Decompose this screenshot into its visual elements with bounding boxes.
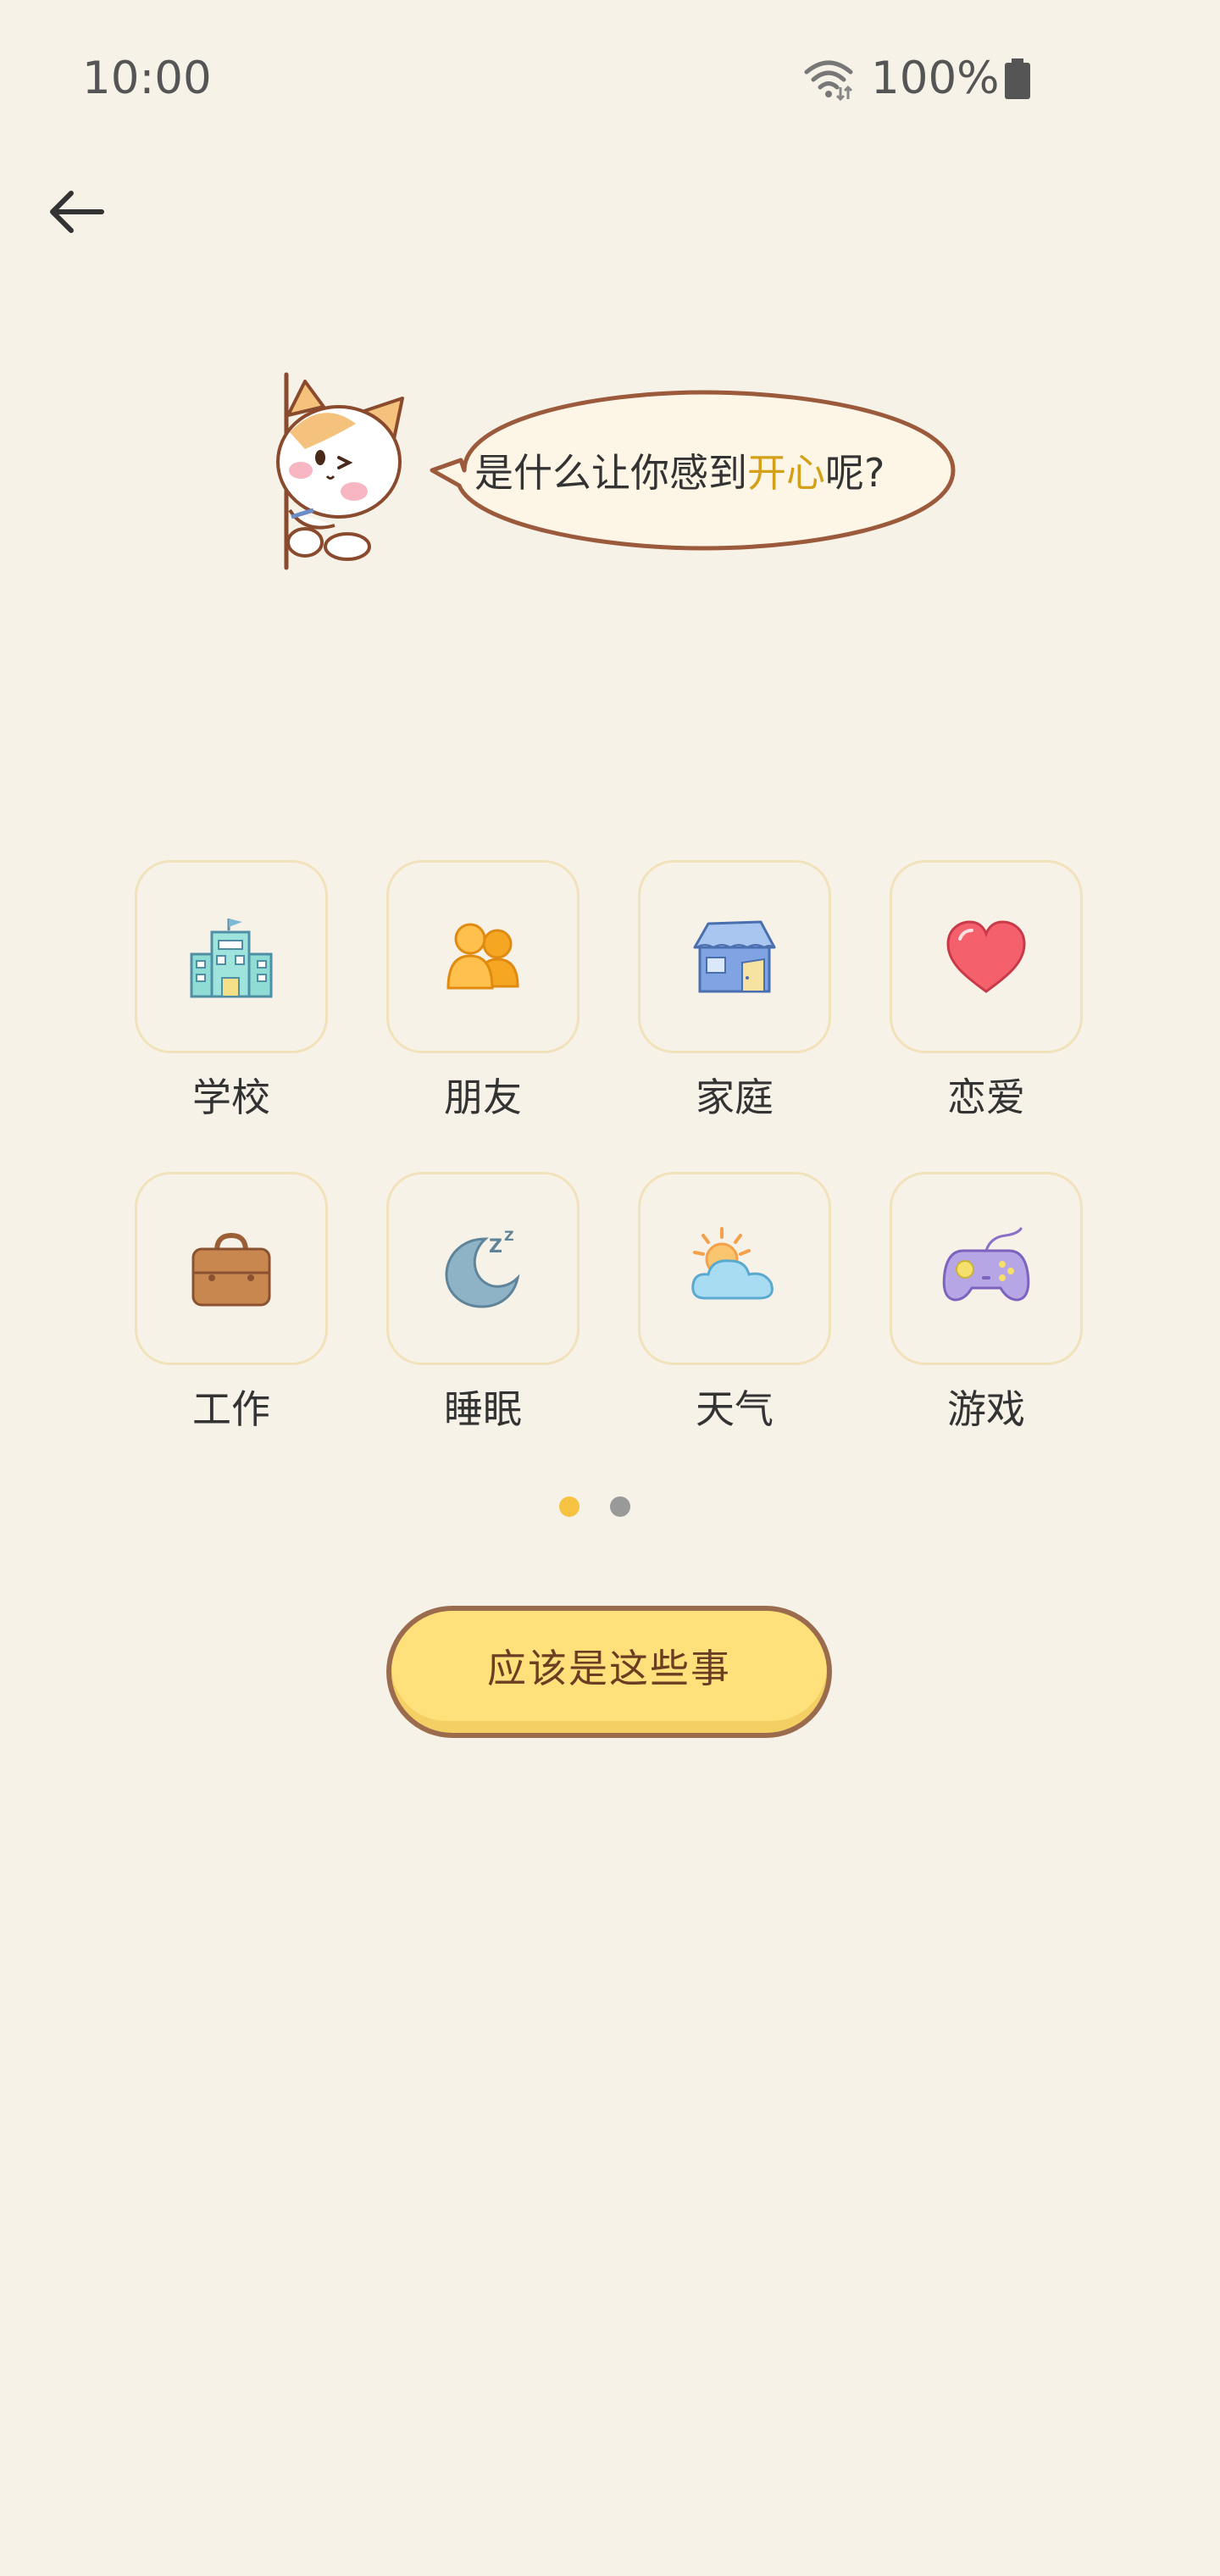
page-dot-inactive[interactable] bbox=[610, 1496, 630, 1517]
status-time: 10:00 bbox=[82, 53, 212, 104]
status-bar: 10:00 100% bbox=[0, 0, 1220, 156]
briefcase-icon bbox=[191, 1232, 271, 1307]
prompt-text-before: 是什么让你感到 bbox=[474, 450, 747, 496]
category-tile[interactable] bbox=[135, 860, 328, 1053]
confirm-button-label: 应该是这些事 bbox=[487, 1646, 731, 1691]
confirm-button-face: 应该是这些事 bbox=[391, 1611, 827, 1721]
category-tile[interactable] bbox=[890, 1172, 1083, 1365]
category-work[interactable]: 工作 bbox=[135, 1172, 331, 1435]
prompt-question: 是什么让你感到 开心 呢? bbox=[474, 436, 915, 504]
category-tile[interactable] bbox=[638, 860, 831, 1053]
category-label: 家庭 bbox=[696, 1074, 774, 1120]
category-friends[interactable]: 朋友 bbox=[386, 860, 583, 1123]
school-icon bbox=[190, 919, 273, 998]
sun-cloud-icon bbox=[691, 1227, 774, 1300]
wifi-icon bbox=[804, 60, 853, 101]
prompt-text-after: 呢? bbox=[825, 450, 885, 496]
house-icon bbox=[693, 920, 776, 993]
category-love[interactable]: 恋爱 bbox=[890, 860, 1086, 1123]
category-tile[interactable] bbox=[135, 1172, 328, 1365]
category-tile[interactable]: Z Z bbox=[386, 1172, 580, 1365]
category-label: 天气 bbox=[696, 1386, 774, 1432]
heart-icon bbox=[946, 920, 1026, 993]
category-weather[interactable]: 天气 bbox=[638, 1172, 835, 1435]
category-label: 朋友 bbox=[444, 1074, 522, 1120]
category-label: 恋爱 bbox=[947, 1074, 1025, 1120]
status-indicators: 100% bbox=[803, 47, 1032, 111]
friends-icon bbox=[446, 923, 519, 990]
category-tile[interactable] bbox=[386, 860, 580, 1053]
page-dot-active[interactable] bbox=[559, 1496, 580, 1517]
svg-text:Z: Z bbox=[489, 1236, 502, 1257]
prompt-highlight: 开心 bbox=[747, 450, 825, 496]
category-label: 游戏 bbox=[947, 1386, 1025, 1432]
cat-mascot-icon bbox=[276, 372, 404, 570]
confirm-button-inner: 应该是这些事 bbox=[391, 1611, 827, 1733]
gamepad-icon bbox=[942, 1227, 1030, 1302]
category-games[interactable]: 游戏 bbox=[890, 1172, 1086, 1435]
confirm-button[interactable]: 应该是这些事 bbox=[386, 1606, 832, 1738]
category-label: 工作 bbox=[192, 1386, 270, 1432]
category-family[interactable]: 家庭 bbox=[638, 860, 835, 1123]
pagination-dots bbox=[559, 1496, 661, 1517]
category-sleep[interactable]: Z Z 睡眠 bbox=[386, 1172, 583, 1435]
category-tile[interactable] bbox=[890, 860, 1083, 1053]
svg-text:Z: Z bbox=[504, 1228, 514, 1244]
category-school[interactable]: 学校 bbox=[135, 860, 331, 1123]
category-label: 睡眠 bbox=[444, 1386, 522, 1432]
category-label: 学校 bbox=[192, 1074, 270, 1120]
category-tile[interactable] bbox=[638, 1172, 831, 1365]
battery-icon bbox=[1004, 58, 1030, 99]
battery-percentage: 100% bbox=[871, 53, 1000, 104]
back-button[interactable] bbox=[37, 174, 114, 250]
moon-sleep-icon: Z Z bbox=[445, 1228, 520, 1308]
back-arrow-icon bbox=[50, 191, 104, 233]
